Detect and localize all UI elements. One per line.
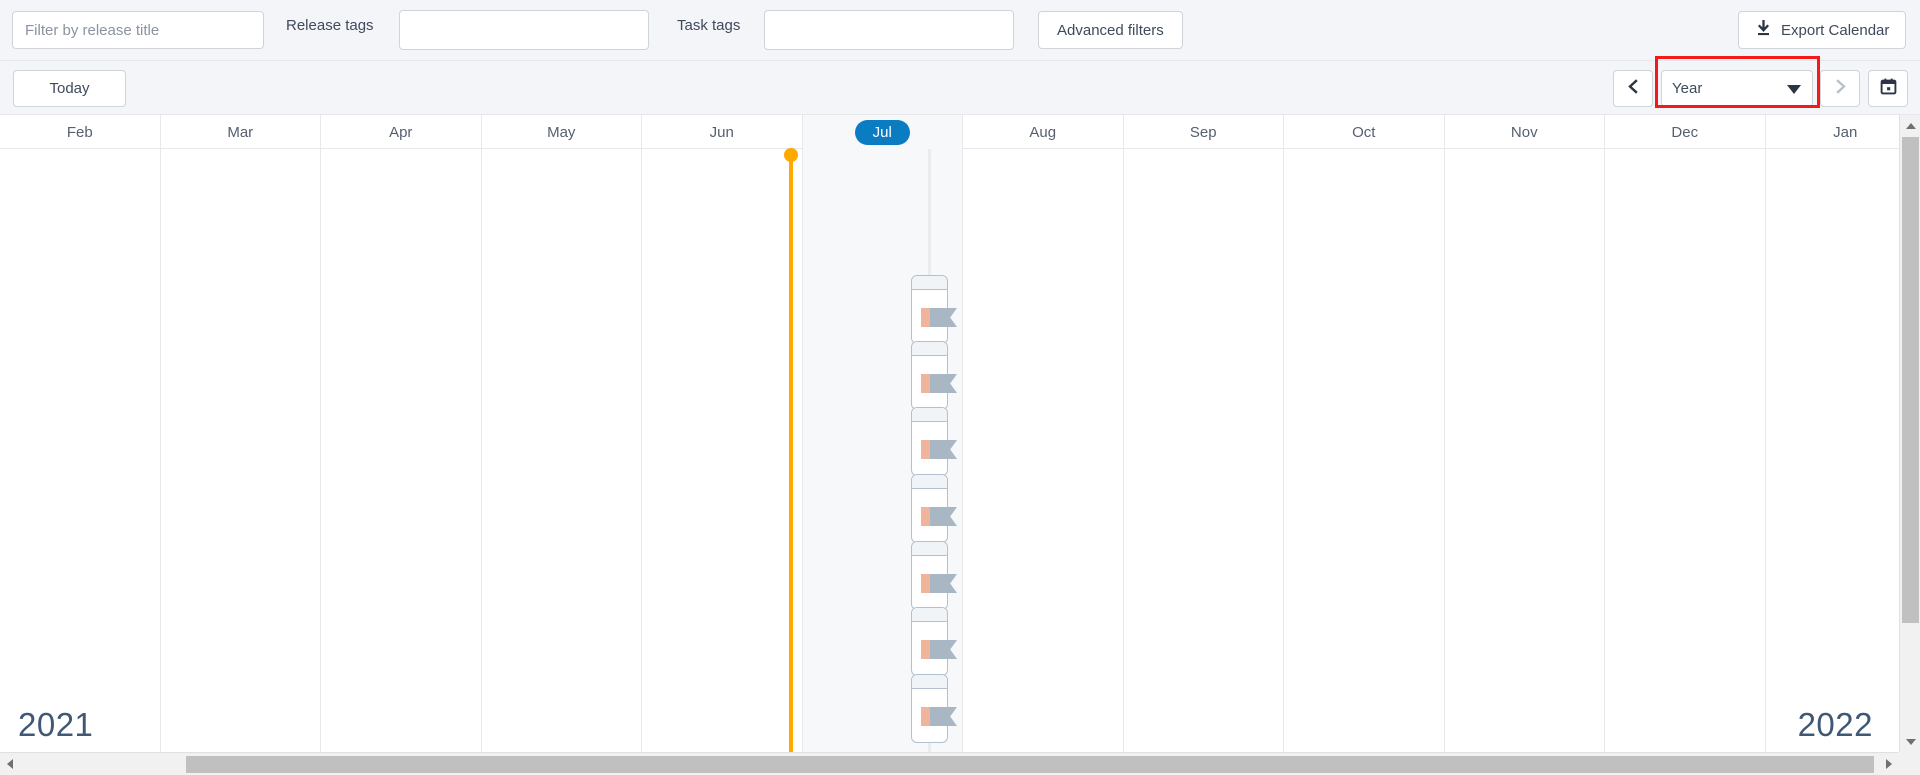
release-flag-accent <box>921 707 930 726</box>
download-icon <box>1755 19 1772 41</box>
release-card[interactable] <box>911 407 957 476</box>
today-button[interactable]: Today <box>13 70 126 107</box>
release-card[interactable] <box>911 674 957 743</box>
triangle-left-icon[interactable] <box>0 753 19 775</box>
release-title-filter-input[interactable] <box>12 11 264 49</box>
release-card-header <box>912 542 947 556</box>
triangle-up-icon[interactable] <box>1900 115 1920 136</box>
release-flag-accent <box>921 507 930 526</box>
release-flag-accent <box>921 440 930 459</box>
release-card-header <box>912 342 947 356</box>
period-select-wrapper: Year <box>1661 70 1813 107</box>
chevron-down-icon <box>1787 85 1801 94</box>
chevron-left-icon <box>1625 78 1642 100</box>
release-tags-input[interactable] <box>399 10 649 50</box>
release-card-header <box>912 608 947 622</box>
advanced-filters-label: Advanced filters <box>1057 21 1164 39</box>
export-calendar-button[interactable]: Export Calendar <box>1738 11 1907 49</box>
release-card[interactable] <box>911 607 957 676</box>
filter-bar: Release tags Task tags Advanced filters … <box>0 0 1920 61</box>
release-card-header <box>912 675 947 689</box>
release-timeline: Feb Mar Apr May Jun Jul Aug Sep Oct Nov Dec Jan 202… <box>0 115 1899 752</box>
release-card[interactable] <box>911 541 957 610</box>
release-flag-accent <box>921 308 930 327</box>
task-tags-label: Task tags <box>677 17 741 34</box>
scrollbar-corner <box>1898 752 1920 775</box>
release-card-stack <box>0 115 1899 752</box>
task-tags-input[interactable] <box>764 10 1014 50</box>
triangle-right-icon[interactable] <box>1879 753 1898 775</box>
release-flag-accent <box>921 640 930 659</box>
calendar-icon <box>1880 78 1897 100</box>
next-period-button[interactable] <box>1820 70 1860 107</box>
datepicker-button[interactable] <box>1868 70 1908 107</box>
advanced-filters-button[interactable]: Advanced filters <box>1038 11 1183 49</box>
horizontal-scrollbar[interactable] <box>0 752 1920 775</box>
horizontal-scrollbar-thumb[interactable] <box>186 756 1874 773</box>
release-flag-accent <box>921 574 930 593</box>
release-card[interactable] <box>911 341 957 410</box>
export-calendar-label: Export Calendar <box>1781 21 1890 39</box>
today-marker-dot <box>784 148 798 162</box>
release-card-header <box>912 408 947 422</box>
release-flag-accent <box>921 374 930 393</box>
release-card-header <box>912 276 947 290</box>
triangle-down-icon[interactable] <box>1900 731 1920 752</box>
release-card[interactable] <box>911 474 957 543</box>
chevron-right-icon <box>1832 78 1849 100</box>
today-marker-line <box>784 148 798 752</box>
period-select-value: Year <box>1672 80 1703 97</box>
timeline-nav-bar: Today Year <box>0 61 1920 115</box>
release-card-header <box>912 475 947 489</box>
previous-period-button[interactable] <box>1613 70 1653 107</box>
release-card[interactable] <box>911 275 957 344</box>
vertical-scrollbar[interactable] <box>1899 115 1920 752</box>
release-tags-label: Release tags <box>286 17 374 34</box>
vertical-scrollbar-thumb[interactable] <box>1902 137 1919 623</box>
period-select[interactable]: Year <box>1661 70 1813 107</box>
